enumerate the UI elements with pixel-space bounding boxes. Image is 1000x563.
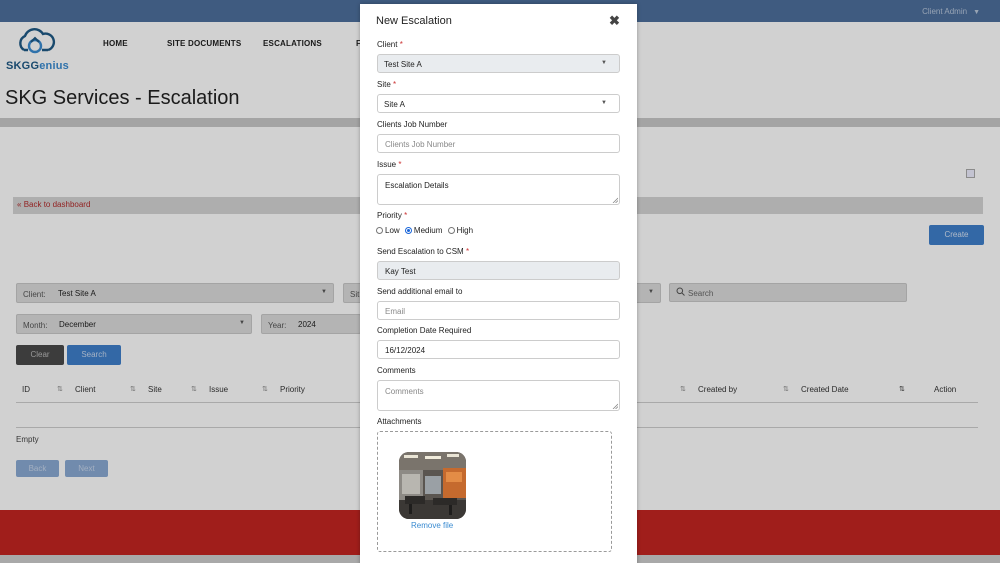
- csm-label: Send Escalation to CSM *: [377, 247, 470, 256]
- completion-date-label: Completion Date Required: [377, 326, 472, 335]
- priority-label: Priority *: [377, 211, 408, 220]
- resize-grip-icon[interactable]: [612, 403, 618, 409]
- new-escalation-modal: New Escalation ✖ Client * Test Site A ▼ …: [360, 4, 637, 563]
- comments-label: Comments: [377, 366, 416, 375]
- site-select[interactable]: Site A ▼: [377, 94, 620, 113]
- csm-field[interactable]: Kay Test: [377, 261, 620, 280]
- client-label: Client *: [377, 40, 403, 49]
- priority-radio-group: Low Medium High: [376, 226, 476, 235]
- comments-placeholder: Comments: [385, 387, 424, 396]
- site-label: Site *: [377, 80, 397, 89]
- priority-high-label[interactable]: High: [457, 226, 473, 235]
- issue-value: Escalation Details: [385, 181, 449, 190]
- attachments-label: Attachments: [377, 417, 422, 426]
- attachment-photo-image: [399, 452, 466, 519]
- client-select[interactable]: Test Site A ▼: [377, 54, 620, 73]
- client-select-value: Test Site A: [384, 60, 422, 69]
- comments-textarea[interactable]: Comments: [377, 380, 620, 411]
- additional-email-input[interactable]: Email: [377, 301, 620, 320]
- priority-low-label[interactable]: Low: [385, 226, 400, 235]
- additional-email-label: Send additional email to: [377, 287, 463, 296]
- resize-grip-icon[interactable]: [612, 197, 618, 203]
- issue-textarea[interactable]: Escalation Details: [377, 174, 620, 205]
- priority-medium-radio[interactable]: [404, 227, 412, 235]
- attachments-dropzone[interactable]: Remove file: [377, 431, 612, 552]
- attachment-thumbnail: [399, 452, 466, 519]
- site-select-value: Site A: [384, 100, 405, 109]
- csm-value: Kay Test: [385, 267, 416, 276]
- priority-low-radio[interactable]: [376, 227, 383, 235]
- completion-date-input[interactable]: 16/12/2024: [377, 340, 620, 359]
- modal-title: New Escalation: [376, 15, 452, 27]
- email-placeholder: Email: [385, 307, 406, 316]
- job-number-label: Clients Job Number: [377, 120, 448, 129]
- job-number-input[interactable]: Clients Job Number: [377, 134, 620, 153]
- priority-high-radio[interactable]: [447, 227, 455, 235]
- remove-file-link[interactable]: Remove file: [411, 521, 453, 530]
- priority-medium-label[interactable]: Medium: [414, 226, 442, 235]
- issue-label: Issue *: [377, 160, 402, 169]
- chevron-down-icon: ▼: [601, 100, 607, 106]
- chevron-down-icon: ▼: [601, 60, 607, 66]
- close-icon[interactable]: ✖: [609, 13, 620, 29]
- completion-date-value: 16/12/2024: [385, 346, 426, 355]
- job-number-placeholder: Clients Job Number: [385, 140, 456, 149]
